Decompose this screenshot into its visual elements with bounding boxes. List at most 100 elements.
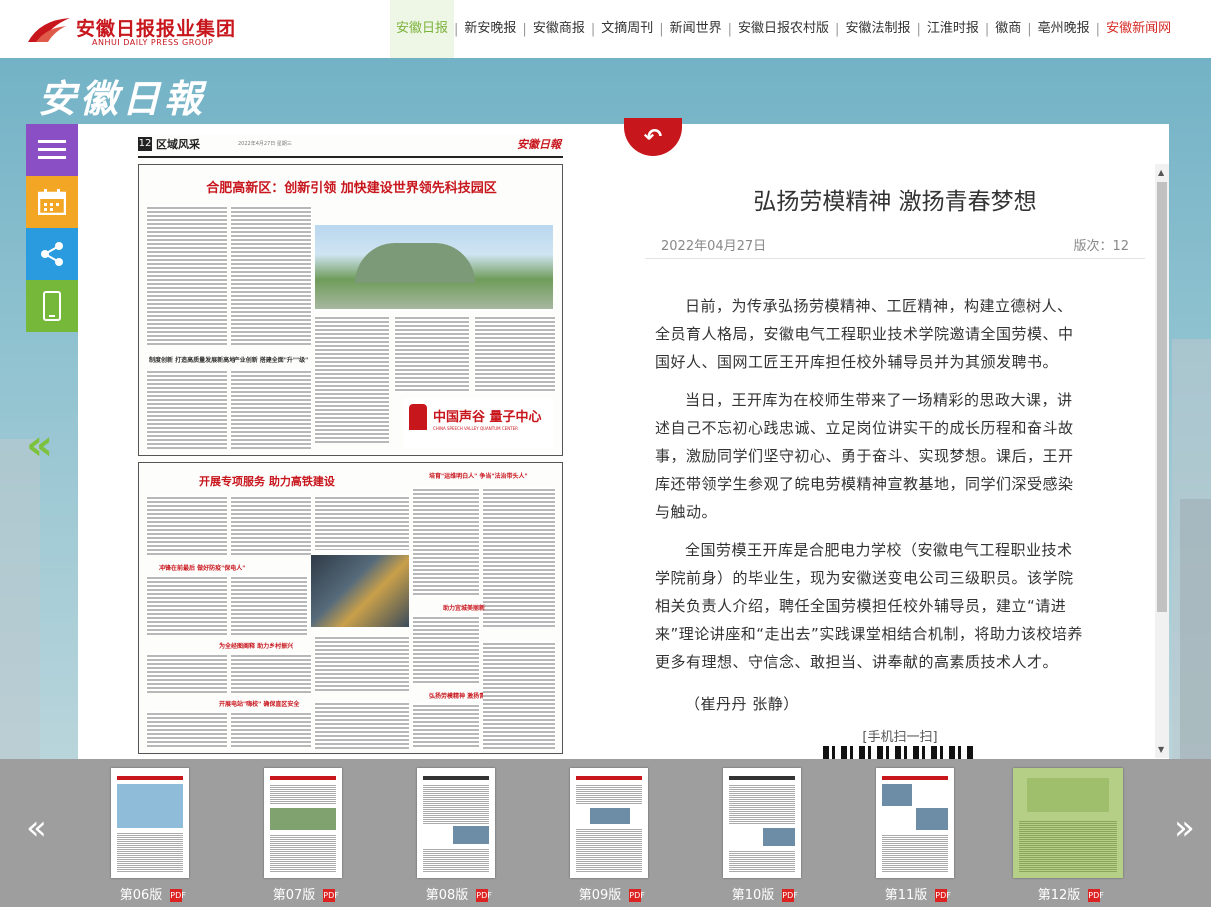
edition-label: 第07版 bbox=[272, 888, 316, 903]
text-column bbox=[483, 641, 555, 749]
return-arrow-icon: ↶ bbox=[643, 124, 663, 150]
page-date: 2022年4月27日 星期三 bbox=[238, 141, 292, 147]
ad-english: CHINA SPEECH VALLEY QUANTUM CENTER bbox=[433, 426, 518, 431]
nav-item-anhui-business[interactable]: 安徽商报 bbox=[527, 0, 591, 58]
prev-editions-arrow-icon[interactable]: « bbox=[26, 808, 47, 848]
edition-label: 第09版 bbox=[578, 888, 622, 903]
edition-label: 第08版 bbox=[425, 888, 469, 903]
edition-thumbnail-current[interactable]: 第12版 PDF bbox=[1009, 768, 1129, 904]
nav-item-news-world[interactable]: 新闻世界 bbox=[664, 0, 728, 58]
text-column bbox=[147, 369, 227, 449]
scrollbar-thumb[interactable] bbox=[1157, 182, 1167, 612]
masthead: 安徽日報 bbox=[38, 76, 207, 121]
calendar-icon bbox=[38, 189, 66, 215]
text-column bbox=[413, 615, 479, 685]
bottom-headline: 开展专项服务 助力高铁建设 bbox=[199, 475, 335, 488]
share-button[interactable] bbox=[26, 228, 78, 280]
article-paragraph: 日前，为传承弘扬劳模精神、工匠精神，构建立德树人、全员育人格局，安徽电气工程职业… bbox=[655, 297, 1074, 371]
edition-thumbnail[interactable]: 第11版 PDF bbox=[856, 768, 976, 904]
scroll-down-icon[interactable]: ▼ bbox=[1158, 745, 1164, 754]
article-block-bottom[interactable]: 开展专项服务 助力高铁建设 培育"运维明白人" 争当"法治带头人" 冲锋在前最后… bbox=[138, 462, 563, 754]
top-subhead: 制度创新 打造高质量发展新高地 bbox=[149, 357, 236, 364]
newspaper-page-viewer[interactable]: 12 区域风采 2022年4月27日 星期三 安徽日報 合肥高新区：创新引领 加… bbox=[78, 124, 625, 759]
edition-thumbnail[interactable]: 第10版 PDF bbox=[703, 768, 823, 904]
text-column bbox=[413, 487, 479, 597]
article-title: 弘扬劳模精神 激扬青春梦想 bbox=[753, 189, 1037, 215]
pdf-icon[interactable]: PDF bbox=[323, 889, 339, 902]
edition-label: 第10版 bbox=[731, 888, 775, 903]
nav-item-anhui-news[interactable]: 安徽新闻网 bbox=[1100, 0, 1177, 58]
nav-item-bozhou-evening[interactable]: 亳州晚报 bbox=[1032, 0, 1096, 58]
text-column bbox=[315, 495, 409, 550]
next-editions-arrow-icon[interactable]: » bbox=[1174, 808, 1195, 848]
text-column bbox=[395, 315, 469, 393]
calendar-button[interactable] bbox=[26, 176, 78, 228]
edition-thumbnail[interactable]: 第06版 PDF bbox=[91, 768, 211, 904]
building-decoration bbox=[0, 439, 40, 759]
pdf-icon[interactable]: PDF bbox=[935, 889, 951, 902]
nav-item-anhui-daily[interactable]: 安徽日报 bbox=[390, 0, 455, 58]
qr-label: [手机扫一扫] bbox=[862, 730, 938, 745]
nav-item-xinan-evening[interactable]: 新安晚报 bbox=[458, 0, 522, 58]
top-subhead: 产业创新 搭建全面"升""级" bbox=[233, 357, 309, 364]
publication-nav: 安徽日报 | 新安晚报 | 安徽商报 | 文摘周刊 | 新闻世界 | 安徽日报农村版 | 安… bbox=[390, 0, 1177, 58]
edition-thumbnail[interactable]: 第07版 PDF bbox=[244, 768, 364, 904]
text-column bbox=[231, 653, 311, 693]
logo-english: ANHUI DAILY PRESS GROUP bbox=[92, 38, 214, 47]
page-brand: 安徽日報 bbox=[517, 138, 561, 151]
hightech-zone-photo bbox=[315, 225, 553, 309]
text-column bbox=[147, 711, 227, 749]
menu-button[interactable] bbox=[26, 124, 78, 176]
text-column bbox=[231, 205, 311, 345]
text-column bbox=[147, 495, 227, 555]
text-column bbox=[231, 711, 311, 749]
bottom-subhead: 冲锋在前最后 做好防疫"保电人" bbox=[159, 565, 246, 572]
pdf-icon[interactable]: PDF bbox=[170, 889, 186, 902]
nav-item-huishang[interactable]: 徽商 bbox=[989, 0, 1027, 58]
top-bar: 安徽日报报业集团 ANHUI DAILY PRESS GROUP 安徽日报 | 新… bbox=[0, 0, 1211, 58]
scroll-up-icon[interactable]: ▲ bbox=[1158, 168, 1164, 177]
nav-item-rural-edition[interactable]: 安徽日报农村版 bbox=[732, 0, 835, 58]
logo-mark-icon bbox=[28, 18, 70, 42]
page-number: 12 bbox=[138, 137, 152, 151]
edition-label: 第06版 bbox=[119, 888, 163, 903]
tool-column bbox=[26, 124, 78, 332]
article-scrollbar[interactable]: ▲ ▼ bbox=[1155, 164, 1169, 758]
text-column bbox=[147, 205, 227, 345]
bottom-subhead: 助力宜城美丽新 bbox=[443, 605, 486, 612]
workers-photo bbox=[311, 555, 409, 627]
pdf-icon[interactable]: PDF bbox=[1088, 889, 1104, 902]
site-logo[interactable]: 安徽日报报业集团 ANHUI DAILY PRESS GROUP bbox=[26, 14, 256, 48]
pdf-icon[interactable]: PDF bbox=[476, 889, 492, 902]
nav-item-jianghuai-times[interactable]: 江淮时报 bbox=[921, 0, 985, 58]
text-column bbox=[147, 575, 227, 635]
pdf-icon[interactable]: PDF bbox=[629, 889, 645, 902]
article-paragraph: 当日，王开库为在校师生带来了一场精彩的思政大课，讲述自己不忘初心践忠诚、立足岗位… bbox=[655, 391, 1074, 521]
article-meta: 2022年04月27日 版次：12 bbox=[645, 228, 1145, 259]
menu-icon bbox=[38, 140, 66, 159]
pdf-icon[interactable]: PDF bbox=[782, 889, 798, 902]
edition-label: 第12版 bbox=[1037, 888, 1081, 903]
previous-page-arrow-icon[interactable]: « bbox=[26, 420, 53, 469]
edition-label: 第11版 bbox=[884, 888, 928, 903]
nav-item-digest-weekly[interactable]: 文摘周刊 bbox=[595, 0, 659, 58]
qr-code bbox=[823, 746, 975, 759]
article-block-top[interactable]: 合肥高新区：创新引领 加快建设世界领先科技园区 制度创新 打造高质量发展新高地 … bbox=[138, 164, 563, 456]
text-column bbox=[231, 495, 311, 555]
article-date: 2022年04月27日 bbox=[661, 239, 767, 254]
text-column bbox=[413, 703, 479, 749]
share-icon bbox=[41, 242, 63, 266]
bottom-subhead: 培育"运维明白人" 争当"法治带头人" bbox=[429, 473, 528, 480]
text-column bbox=[315, 315, 389, 443]
article-author: （崔丹丹 张静） bbox=[685, 695, 799, 713]
building-decoration bbox=[1180, 499, 1211, 759]
text-column bbox=[231, 369, 311, 449]
text-column bbox=[483, 487, 555, 627]
logo-text: 安徽日报报业集团 bbox=[76, 18, 237, 40]
ad-name: 中国声谷 量子中心 bbox=[433, 410, 542, 425]
edition-thumbnail[interactable]: 第09版 PDF bbox=[550, 768, 670, 904]
bottom-subhead: 开展电站"嗨校" 确保直区安全 bbox=[219, 701, 300, 708]
nav-item-legal-daily[interactable]: 安徽法制报 bbox=[839, 0, 916, 58]
mobile-button[interactable] bbox=[26, 280, 78, 332]
edition-thumbnail[interactable]: 第08版 PDF bbox=[397, 768, 517, 904]
